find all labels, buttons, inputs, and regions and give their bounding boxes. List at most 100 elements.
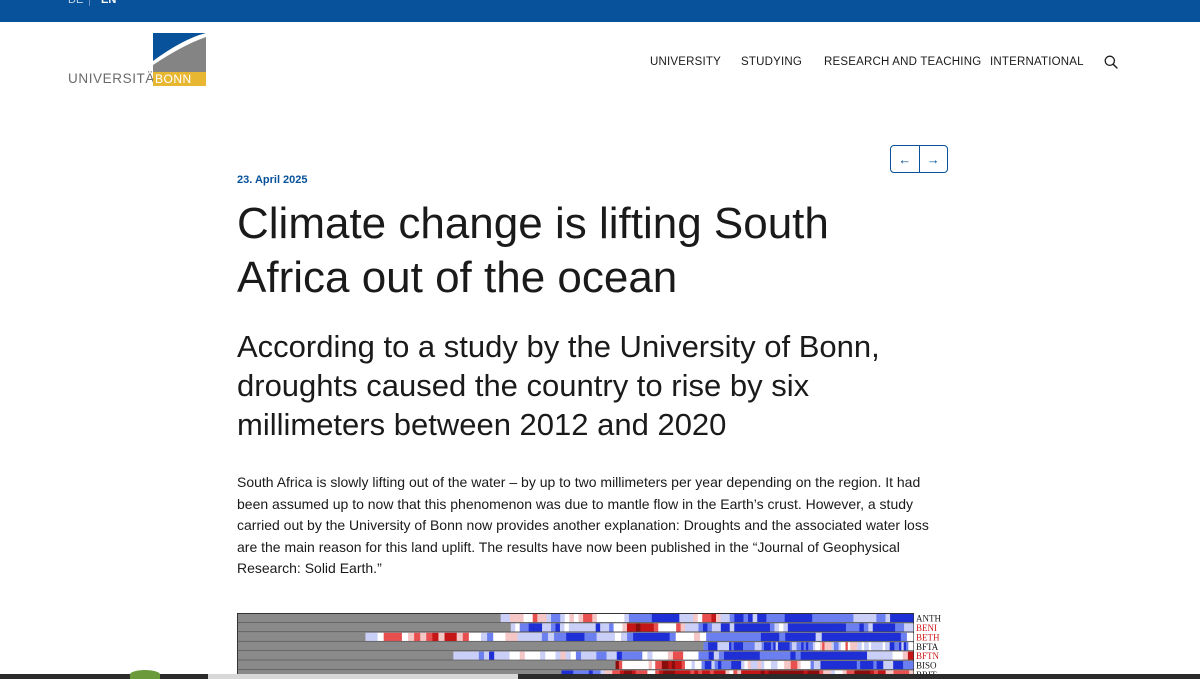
heatmap-cell <box>698 623 704 632</box>
heatmap-cell <box>775 614 781 623</box>
heatmap-cell <box>718 661 722 670</box>
heatmap-cell <box>748 614 754 623</box>
heatmap-cell <box>807 614 813 623</box>
search-icon[interactable] <box>1104 55 1118 69</box>
heatmap-cell <box>596 632 604 641</box>
heatmap-cell <box>601 651 607 660</box>
previous-article-button[interactable]: ← <box>891 146 919 172</box>
heatmap-cell <box>517 632 525 641</box>
heatmap-cell <box>581 651 587 660</box>
heatmap-cell <box>565 651 572 660</box>
heatmap-cell <box>880 642 884 651</box>
heatmap-cell <box>685 623 690 632</box>
heatmap-cell <box>761 623 766 632</box>
heatmap-cell <box>724 632 731 641</box>
heatmap-cell <box>815 651 822 660</box>
heatmap-cell <box>754 632 762 641</box>
heatmap-cell <box>671 623 677 632</box>
heatmap-cell <box>717 642 721 651</box>
heatmap-cell <box>739 651 745 660</box>
heatmap-cell <box>514 614 520 623</box>
heatmap-cell <box>833 661 838 670</box>
heatmap-cell <box>879 661 884 670</box>
heatmap-cell <box>743 623 749 632</box>
heatmap-cell <box>741 661 745 670</box>
heatmap-cell <box>812 642 816 651</box>
heatmap-cell <box>590 632 598 641</box>
next-article-button[interactable]: → <box>920 146 948 172</box>
heatmap-cell <box>703 642 707 651</box>
heatmap-cell <box>628 661 633 670</box>
heatmap-cell <box>582 623 588 632</box>
heatmap-cell <box>798 614 804 623</box>
heatmap-cell <box>645 661 650 670</box>
heatmap-cell <box>907 651 914 660</box>
heatmap-cell <box>854 623 860 632</box>
heatmap-cell <box>867 614 873 623</box>
heatmap-cell <box>832 623 838 632</box>
plant-leaf-image <box>130 670 160 679</box>
heatmap-cell <box>791 632 798 641</box>
heatmap-cell <box>768 642 772 651</box>
nav-item-international[interactable]: INTERNATIONAL <box>990 56 1084 68</box>
heatmap-cell <box>821 651 827 660</box>
heatmap-cell <box>583 614 589 623</box>
heatmap-cell <box>757 614 763 623</box>
nav-item-research-and-teaching[interactable]: RESEARCH AND TEACHING <box>824 56 981 68</box>
heatmap-cell <box>909 661 914 670</box>
heatmap-cell <box>555 614 561 623</box>
university-logo[interactable]: UNIVERSITÄT BONN <box>68 33 208 89</box>
heatmap-cell <box>545 651 551 660</box>
heatmap-cell <box>618 661 623 670</box>
heatmap-cell <box>586 623 592 632</box>
heatmap-cell <box>708 651 715 660</box>
heatmap-cell <box>738 614 744 623</box>
heatmap-cell <box>523 614 529 623</box>
heatmap-cell <box>414 632 421 641</box>
nav-item-university[interactable]: UNIVERSITY <box>650 56 721 68</box>
heatmap-cell <box>801 642 804 651</box>
heatmap-cell <box>868 623 874 632</box>
heatmap-cell <box>851 651 858 660</box>
heatmap-cell <box>711 614 717 623</box>
heatmap-cell <box>827 632 835 641</box>
heatmap-cell <box>894 642 898 651</box>
heatmap-cell <box>745 642 749 651</box>
heatmap-cell <box>611 651 618 660</box>
heatmap-cell <box>661 614 666 623</box>
heatmap-cell <box>803 642 807 651</box>
heatmap-cell <box>473 651 480 660</box>
heatmap-cell <box>688 614 694 623</box>
heatmap-cell <box>615 614 621 623</box>
heatmap-cell <box>733 642 737 651</box>
heatmap-cell <box>697 614 703 623</box>
nav-item-studying[interactable]: STUDYING <box>741 56 802 68</box>
heatmap-cell <box>663 632 671 641</box>
heatmap-cell <box>882 632 890 641</box>
heatmap-cell <box>729 623 735 632</box>
heatmap-cell <box>689 623 695 632</box>
language-en-link[interactable]: EN <box>101 0 116 6</box>
heatmap-cell <box>499 651 505 660</box>
article-lead-paragraph: South Africa is slowly lifting out of th… <box>237 474 929 577</box>
heatmap-cell <box>550 651 556 660</box>
heatmap-cell <box>554 632 561 641</box>
heatmap-cell <box>866 642 870 651</box>
heatmap-cell <box>698 651 704 660</box>
heatmap-cell <box>647 651 653 660</box>
language-de-link[interactable]: DE <box>68 0 83 6</box>
heatmap-cell <box>819 642 823 651</box>
heatmap-cell <box>888 632 896 641</box>
heatmap-cell <box>774 661 778 670</box>
heatmap-cell <box>876 661 881 670</box>
heatmap-cell <box>881 623 887 632</box>
heatmap-cell <box>616 651 623 660</box>
heatmap-cell <box>840 661 844 670</box>
heatmap-cell <box>657 632 664 641</box>
heatmap-cell <box>592 614 598 623</box>
heatmap-cell <box>668 661 673 670</box>
heatmap-cell <box>537 614 543 623</box>
heatmap-cell <box>676 623 682 632</box>
heatmap-cell <box>509 614 515 623</box>
heatmap-cell <box>420 632 427 641</box>
